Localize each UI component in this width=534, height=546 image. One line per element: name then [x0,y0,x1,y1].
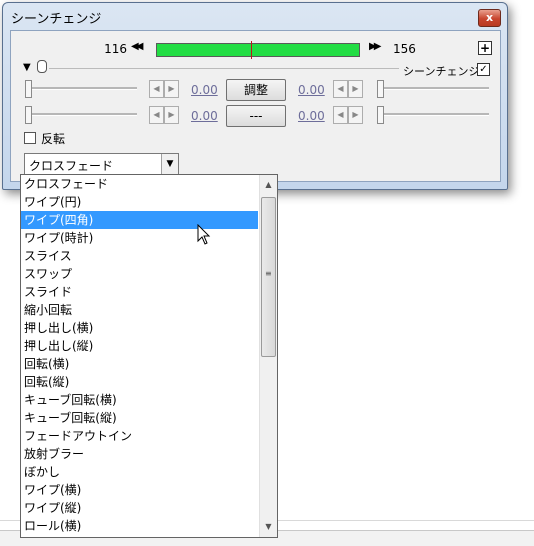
title-bar[interactable]: シーンチェンジ x [3,3,507,29]
close-button[interactable]: x [478,9,501,27]
mouse-cursor-icon [197,224,211,245]
right-stepper-2[interactable]: ◀ ▶ [333,106,363,124]
next-frame-icon[interactable]: ▶▶ [369,41,382,52]
increase-icon[interactable]: ▶ [164,80,179,98]
right-value-2[interactable]: 0.00 [298,109,325,123]
add-button[interactable]: + [478,41,492,55]
window-title: シーンチェンジ [11,12,102,27]
timeline-bar[interactable] [156,41,360,59]
effect-combo[interactable]: クロスフェード ▼ [24,153,179,175]
decrease-icon[interactable]: ◀ [149,106,164,124]
slider-thumb[interactable] [377,106,384,124]
slider-thumb[interactable] [25,80,32,98]
timeline-marker [251,41,252,59]
left-slider-2[interactable] [25,106,137,124]
adjust-button[interactable]: 調整 [226,79,286,101]
slider-thumb[interactable] [25,106,32,124]
dropdown-item[interactable]: スワップ [21,265,258,283]
reverse-checkbox[interactable] [24,132,36,144]
slider-thumb[interactable] [377,80,384,98]
combo-selected: クロスフェード [29,159,114,173]
scroll-up-icon[interactable]: ▲ [260,177,277,193]
frame-end: 156 [393,42,416,56]
increase-icon[interactable]: ▶ [348,80,363,98]
dropdown-item[interactable]: キューブ回転(横) [21,391,258,409]
dropdown-item[interactable]: フェードアウトイン [21,427,258,445]
prev-frame-icon[interactable]: ◀◀ [131,41,144,52]
window-client: 116 ◀◀ ▶▶ 156 + ▼ シーンチェンジ ✓ ◀ ▶ 0.00 調整 … [10,30,501,182]
dropdown-item[interactable]: ワイプ(時計) [21,229,258,247]
frame-start: 116 [104,42,127,56]
chevron-down-icon[interactable]: ▼ [161,154,178,174]
right-stepper-1[interactable]: ◀ ▶ [333,80,363,98]
scroll-thumb[interactable]: ≡ [261,197,276,357]
decrease-icon[interactable]: ◀ [149,80,164,98]
increase-icon[interactable]: ▶ [164,106,179,124]
dropdown-item[interactable]: ロール(横) [21,517,258,535]
dropdown-item[interactable]: ぼかし [21,463,258,481]
mouse-icon [37,60,47,73]
dropdown-item[interactable]: クロスフェード [21,175,258,193]
dropdown-scrollbar[interactable]: ▲ ≡ ▼ [259,175,277,537]
right-slider-1[interactable] [377,80,489,98]
dropdown-item[interactable]: ワイプ(横) [21,481,258,499]
dropdown-item[interactable]: ワイプ(円) [21,193,258,211]
increase-icon[interactable]: ▶ [348,106,363,124]
dropdown-item[interactable]: 回転(縦) [21,373,258,391]
dropdown-item[interactable]: ワイプ(縦) [21,499,258,517]
left-stepper-1[interactable]: ◀ ▶ [149,80,179,98]
dropdown-item[interactable]: 押し出し(縦) [21,337,258,355]
dropdown-item[interactable]: 放射ブラー [21,445,258,463]
collapse-triangle-icon[interactable]: ▼ [23,62,31,73]
effect-dropdown-list[interactable]: クロスフェード ワイプ(円) ワイプ(四角) ワイプ(時計) スライス スワップ スライド縮… [20,174,278,538]
decrease-icon[interactable]: ◀ [333,106,348,124]
dropdown-item[interactable]: ワイプ(四角) [21,211,258,229]
dropdown-items: クロスフェード ワイプ(円) ワイプ(四角) ワイプ(時計) スライス スワップ スライド縮… [21,175,277,535]
effect-label: シーンチェンジ [403,65,480,78]
left-value-2[interactable]: 0.00 [191,109,218,123]
effect-checkbox[interactable]: ✓ [477,63,490,76]
dropdown-item[interactable]: 縮小回転 [21,301,258,319]
dropdown-item[interactable]: スライス [21,247,258,265]
left-stepper-2[interactable]: ◀ ▶ [149,106,179,124]
dropdown-item[interactable]: キューブ回転(縦) [21,409,258,427]
right-slider-2[interactable] [377,106,489,124]
left-slider-1[interactable] [25,80,137,98]
left-value-1[interactable]: 0.00 [191,83,218,97]
decrease-icon[interactable]: ◀ [333,80,348,98]
scroll-down-icon[interactable]: ▼ [260,519,277,535]
scene-change-window: シーンチェンジ x 116 ◀◀ ▶▶ 156 + ▼ シーンチェンジ ✓ ◀ … [2,2,508,190]
dropdown-item[interactable]: 押し出し(横) [21,319,258,337]
dropdown-item[interactable]: 回転(横) [21,355,258,373]
reverse-label: 反転 [41,132,66,146]
separator [49,68,399,69]
grip-icon: ≡ [265,269,272,278]
dropdown-item[interactable]: スライド [21,283,258,301]
param-button[interactable]: --- [226,105,286,127]
right-value-1[interactable]: 0.00 [298,83,325,97]
